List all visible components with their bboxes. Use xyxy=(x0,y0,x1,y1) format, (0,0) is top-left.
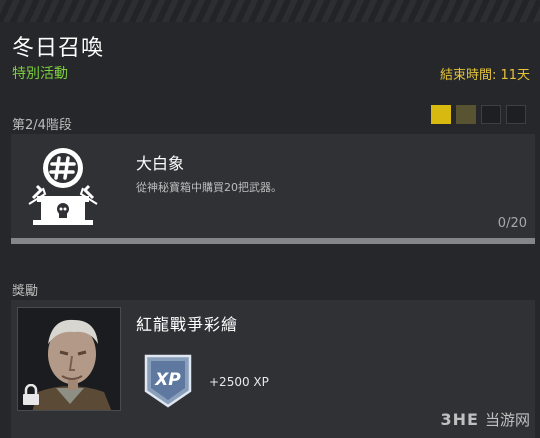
stage-pip-3 xyxy=(481,105,501,124)
challenge-progress-bar xyxy=(11,238,535,244)
xp-badge-text: XP xyxy=(154,370,181,390)
challenge-progress-text: 0/20 xyxy=(497,216,527,231)
challenge-description: 從神秘寶箱中購買20把武器。 xyxy=(136,181,282,194)
lock-icon xyxy=(23,384,39,405)
reward-name: 紅龍戰爭彩繪 xyxy=(136,315,239,334)
watermark-logo: 3HE xyxy=(440,410,479,429)
xp-amount: +2500 XP xyxy=(209,375,269,389)
stage-pip-2 xyxy=(456,105,476,124)
stage-label: 第2/4階段 xyxy=(12,118,72,133)
stage-pip-1 xyxy=(431,105,451,124)
event-timer: 結束時間: 11天 xyxy=(439,68,530,83)
event-subtitle: 特別活動 xyxy=(12,66,68,82)
watermark-text: 当游网 xyxy=(484,411,530,429)
supply-drop-hashtag-icon xyxy=(28,148,98,225)
top-hatch-decoration xyxy=(0,0,540,22)
reward-portrait xyxy=(17,307,121,411)
reward-section-label: 獎勵 xyxy=(12,284,39,299)
challenge-name: 大白象 xyxy=(136,154,185,173)
xp-badge-icon: XP xyxy=(144,354,192,408)
stage-pip-4 xyxy=(506,105,526,124)
challenge-card[interactable]: 大白象 從神秘寶箱中購買20把武器。 0/20 xyxy=(11,134,535,244)
stage-progress-pips xyxy=(431,105,526,124)
event-title: 冬日召喚 xyxy=(12,36,105,61)
watermark: 3HE 当游网 xyxy=(441,409,530,430)
